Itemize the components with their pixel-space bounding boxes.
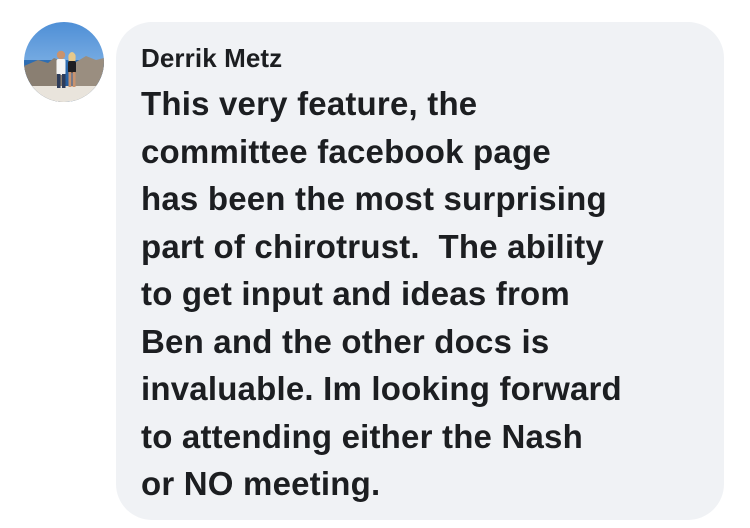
comment-line: invaluable. Im looking forward bbox=[141, 370, 622, 407]
comment-line: Ben and the other docs is bbox=[141, 322, 550, 360]
comment-line: This very feature, the bbox=[141, 85, 478, 122]
comment-line: has been the most surprising bbox=[141, 180, 607, 217]
author-name[interactable]: Derrik Metz bbox=[141, 38, 282, 78]
avatar[interactable] bbox=[24, 22, 104, 102]
comment-bubble: Derrik Metz This very feature, the commi… bbox=[116, 22, 724, 520]
comment-line: or NO meeting. bbox=[141, 465, 381, 502]
comment-line: part of chirotrust. The ability bbox=[141, 227, 604, 265]
comment-text: This very feature, the committee faceboo… bbox=[141, 80, 704, 508]
comment-line: to attending either the Nash bbox=[141, 417, 583, 455]
comment-line: committee facebook page bbox=[141, 132, 551, 170]
comment: Derrik Metz This very feature, the commi… bbox=[0, 0, 750, 528]
comment-line: to get input and ideas from bbox=[141, 275, 570, 312]
profile-photo-icon bbox=[24, 22, 104, 102]
